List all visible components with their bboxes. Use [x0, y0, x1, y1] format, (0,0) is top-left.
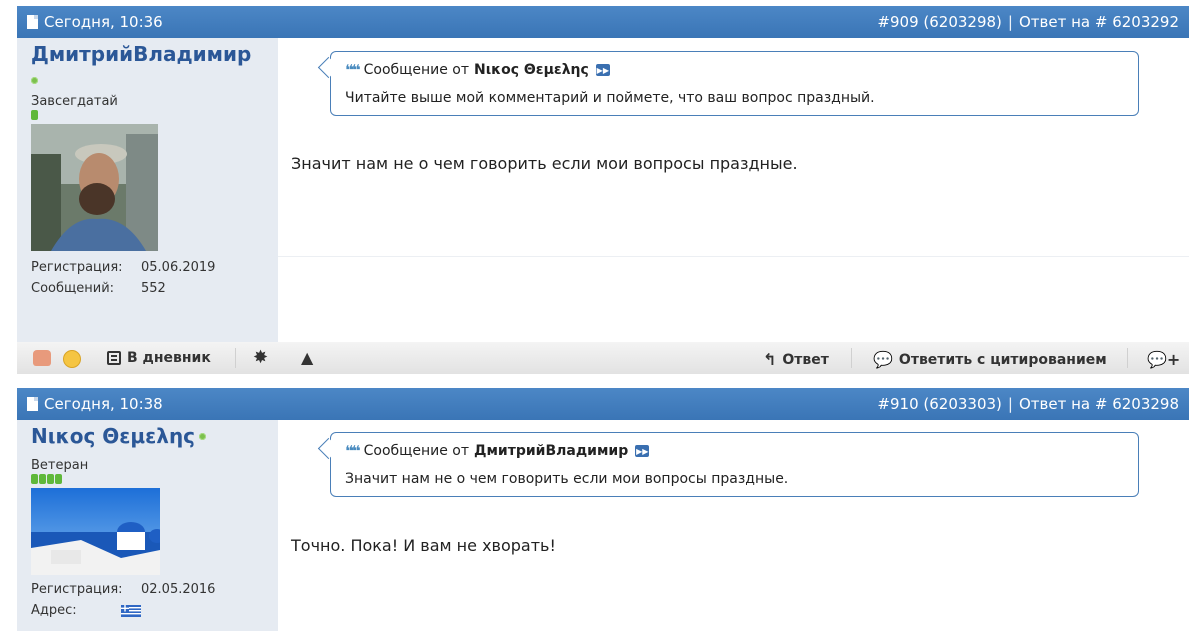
quote-block: ❝❝ Сообщение от ДмитрийВладимир ▶▶ Значи…: [330, 432, 1139, 497]
user-info: Νικος Θεμελης Ветеран Регистрация: 02.05.…: [17, 420, 278, 631]
post-number-area: #910 (6203303) | Ответ на # 6203298: [877, 395, 1179, 413]
quote-prefix: Сообщение от: [363, 443, 469, 459]
multi-quote-icon: 💬+: [1147, 350, 1181, 369]
address-label: Адрес:: [31, 603, 77, 618]
warning-icon: ▲: [301, 348, 314, 367]
quote-header: ❝❝ Сообщение от Νικος Θεμελης ▶▶: [345, 61, 1124, 79]
thumbs-up-icon: [33, 350, 51, 366]
post-header: Сегодня, 10:38 #910 (6203303) | Ответ на…: [17, 388, 1189, 420]
quote-prefix: Сообщение от: [363, 62, 469, 78]
multi-quote-button[interactable]: 💬+: [1147, 350, 1180, 369]
post-content: ❝❝ Сообщение от ДмитрийВладимир ▶▶ Значи…: [278, 420, 1189, 631]
quote-author: ДмитрийВладимир: [474, 443, 629, 459]
reputation-pip: [31, 474, 38, 484]
report-button[interactable]: ▲: [301, 348, 313, 367]
post-number-area: #909 (6203298) | Ответ на # 6203292: [877, 13, 1179, 31]
post-toolbar: В дневник ✸ ▲ ↰ Ответ 💬 Ответить с цитир…: [17, 342, 1189, 374]
user-title: Завсегдатай: [31, 94, 118, 109]
post-content: ❝❝ Сообщение от Νικος Θεμελης ▶▶ Читайте…: [278, 38, 1189, 342]
online-status-icon: [199, 432, 207, 440]
smile-button[interactable]: [63, 350, 81, 368]
online-status-icon: [31, 77, 38, 84]
reply-arrow-icon: ↰: [763, 350, 777, 369]
reply-label: Ответ: [782, 351, 829, 368]
post-message: Точно. Пока! И вам не хворать!: [291, 536, 556, 555]
registration-label: Регистрация:: [31, 260, 123, 275]
user-info: ДмитрийВладимир Завсегдатай Регистрация:…: [17, 38, 278, 342]
reply-button[interactable]: ↰ Ответ: [763, 350, 829, 369]
toolbar-divider: [851, 348, 852, 368]
reputation-bar: [31, 474, 264, 484]
greece-flag-icon: [121, 604, 141, 617]
reputation-pip: [55, 474, 62, 484]
address-row: Адрес:: [31, 600, 264, 621]
quote-bubble-icon: 💬: [873, 350, 893, 369]
post-body: ДмитрийВладимир Завсегдатай Регистрация:…: [17, 38, 1189, 342]
post-number-link[interactable]: #910 (6203303): [877, 395, 1001, 413]
reputation-pip: [47, 474, 54, 484]
star-button[interactable]: ✸: [253, 347, 268, 368]
post-header: Сегодня, 10:36 #909 (6203298) | Ответ на…: [17, 6, 1189, 38]
user-title: Ветеран: [31, 458, 89, 473]
reply-to-link[interactable]: Ответ на # 6203298: [1019, 395, 1179, 413]
quote-text: Читайте выше мой комментарий и поймете, …: [345, 90, 875, 106]
quote-text: Значит нам не о чем говорить если мои во…: [345, 471, 789, 487]
diary-label: В дневник: [127, 350, 211, 366]
signature-divider: [278, 256, 1189, 257]
toolbar-divider: [235, 348, 236, 368]
view-post-icon[interactable]: ▶▶: [595, 64, 610, 76]
reputation-pip: [39, 474, 46, 484]
quote-author: Νικος Θεμελης: [474, 62, 589, 78]
post-910: Сегодня, 10:38 #910 (6203303) | Ответ на…: [17, 388, 1189, 631]
post-number-link[interactable]: #909 (6203298): [877, 13, 1001, 31]
username-link[interactable]: Νικος Θεμελης: [31, 424, 195, 448]
add-to-diary-button[interactable]: В дневник: [107, 350, 211, 366]
post-document-icon: [27, 397, 38, 411]
diary-icon: [107, 351, 121, 365]
quote-reply-button[interactable]: 💬 Ответить с цитированием: [873, 350, 1107, 369]
quote-icon: ❝❝: [345, 442, 361, 460]
quote-reply-label: Ответить с цитированием: [898, 351, 1107, 368]
user-avatar[interactable]: [31, 124, 158, 251]
post-message: Значит нам не о чем говорить если мои во…: [291, 154, 798, 173]
reputation-pip: [31, 110, 38, 120]
post-body: Νικος Θεμελης Ветеран Регистрация: 02.05.…: [17, 420, 1189, 631]
toolbar-divider: [1127, 348, 1128, 368]
quote-icon: ❝❝: [345, 61, 361, 79]
registration-label: Регистрация:: [31, 582, 123, 597]
username-link[interactable]: ДмитрийВладимир: [31, 42, 264, 66]
smile-icon: [63, 350, 81, 368]
post-date-text: Сегодня, 10:38: [44, 395, 163, 413]
registration-value: 02.05.2016: [141, 582, 216, 597]
user-avatar[interactable]: [31, 488, 160, 575]
registration-row: Регистрация: 02.05.2016: [31, 579, 264, 600]
username-row: Νικος Θεμελης: [31, 424, 264, 448]
post-date: Сегодня, 10:36: [27, 13, 163, 31]
thanks-button[interactable]: [33, 350, 51, 366]
reputation-bar: [31, 110, 264, 120]
messages-row: Сообщений: 552: [31, 278, 264, 299]
post-document-icon: [27, 15, 38, 29]
star-icon: ✸: [253, 347, 269, 368]
quote-header: ❝❝ Сообщение от ДмитрийВладимир ▶▶: [345, 442, 1124, 460]
post-date: Сегодня, 10:38: [27, 395, 163, 413]
separator: |: [1007, 395, 1013, 413]
registration-row: Регистрация: 05.06.2019: [31, 257, 264, 278]
view-post-icon[interactable]: ▶▶: [635, 445, 650, 457]
post-date-text: Сегодня, 10:36: [44, 13, 163, 31]
quote-block: ❝❝ Сообщение от Νικος Θεμελης ▶▶ Читайте…: [330, 51, 1139, 116]
separator: |: [1007, 13, 1013, 31]
registration-value: 05.06.2019: [141, 260, 216, 275]
messages-label: Сообщений:: [31, 281, 115, 296]
messages-value: 552: [141, 281, 166, 296]
reply-to-link[interactable]: Ответ на # 6203292: [1019, 13, 1179, 31]
post-909: Сегодня, 10:36 #909 (6203298) | Ответ на…: [17, 6, 1189, 374]
